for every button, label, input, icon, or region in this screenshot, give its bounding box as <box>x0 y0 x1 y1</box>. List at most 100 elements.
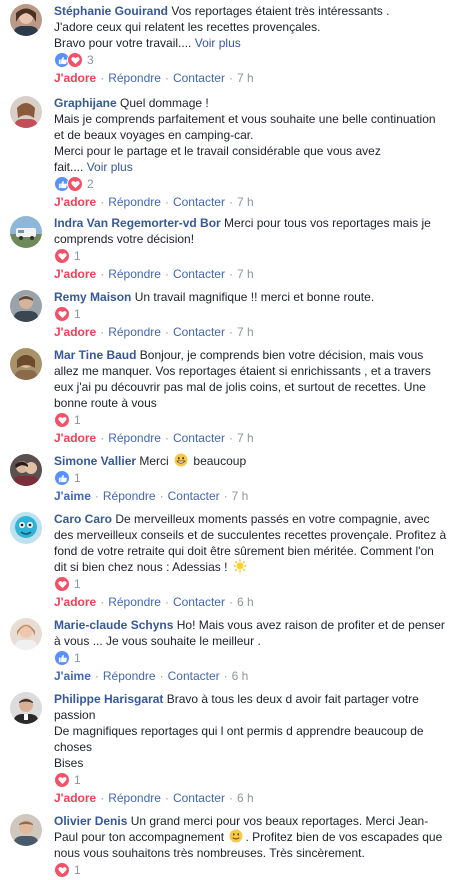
reaction-summary[interactable]: 1 <box>54 576 468 592</box>
comment-actions: J'adore · Répondre · Contacter · 7 h <box>54 431 254 445</box>
reaction-count: 1 <box>74 249 81 263</box>
reply-link[interactable]: Répondre <box>103 669 156 683</box>
contact-link[interactable]: Contacter <box>173 71 225 85</box>
comment-actions: J'adore · Répondre · Contacter · 7 h <box>54 325 254 339</box>
contact-link[interactable]: Contacter <box>173 431 225 445</box>
love-reaction-icon <box>54 862 70 878</box>
reaction-summary[interactable]: 3 <box>54 52 468 68</box>
avatar[interactable] <box>10 96 42 128</box>
see-more-link[interactable]: Voir plus <box>87 160 133 174</box>
avatar[interactable] <box>10 618 42 650</box>
timestamp[interactable]: 6 h <box>232 669 249 683</box>
reply-link[interactable]: Répondre <box>108 325 161 339</box>
timestamp[interactable]: 7 h <box>237 195 254 209</box>
avatar[interactable] <box>10 290 42 322</box>
sun-emoji-icon <box>233 559 247 573</box>
timestamp[interactable]: 6 h <box>237 791 254 805</box>
comment-author[interactable]: Philippe Harisgarat <box>54 692 163 706</box>
comment-actions: J'adore · Répondre · Contacter · 7 h <box>54 71 254 85</box>
reaction-button[interactable]: J'adore <box>54 791 96 805</box>
comment-text: Graphijane Quel dommage ! Mais je compre… <box>54 96 436 174</box>
avatar[interactable] <box>10 454 42 486</box>
reply-link[interactable]: Répondre <box>108 431 161 445</box>
reaction-button[interactable]: J'aime <box>54 669 91 683</box>
comment-author[interactable]: Olivier Denis <box>54 814 127 828</box>
reply-link[interactable]: Répondre <box>108 71 161 85</box>
reaction-summary[interactable]: 1 <box>54 306 468 322</box>
comment-text: Stéphanie Gouirand Vos reportages étaien… <box>54 4 390 50</box>
contact-link[interactable]: Contacter <box>168 669 220 683</box>
reaction-count: 1 <box>74 413 81 427</box>
reaction-summary[interactable]: 2 <box>54 176 468 192</box>
avatar[interactable] <box>10 692 42 724</box>
reaction-count: 1 <box>74 307 81 321</box>
love-reaction-icon <box>67 176 83 192</box>
avatar[interactable] <box>10 512 42 544</box>
reaction-button[interactable]: J'adore <box>54 431 96 445</box>
comment-author[interactable]: Stéphanie Gouirand <box>54 4 168 18</box>
reaction-summary[interactable]: 1 <box>54 772 468 788</box>
avatar[interactable] <box>10 216 42 248</box>
timestamp[interactable]: 6 h <box>237 595 254 609</box>
reaction-button[interactable]: J'aime <box>54 489 91 503</box>
contact-link[interactable]: Contacter <box>173 595 225 609</box>
see-more-link[interactable]: Voir plus <box>195 36 241 50</box>
reaction-summary[interactable]: 1 <box>54 412 468 428</box>
smile-emoji-icon <box>229 829 243 843</box>
avatar[interactable] <box>10 348 42 380</box>
reaction-summary[interactable]: 1 <box>54 862 468 878</box>
comment-author[interactable]: Simone Vallier <box>54 454 136 468</box>
reply-link[interactable]: Répondre <box>108 195 161 209</box>
comment-author[interactable]: Mar Tine Baud <box>54 348 136 362</box>
reaction-button[interactable]: J'adore <box>54 325 96 339</box>
timestamp[interactable]: 7 h <box>237 267 254 281</box>
comment-author[interactable]: Caro Caro <box>54 512 112 526</box>
contact-link[interactable]: Contacter <box>168 489 220 503</box>
avatar[interactable] <box>10 814 42 846</box>
timestamp[interactable]: 7 h <box>237 325 254 339</box>
contact-link[interactable]: Contacter <box>173 195 225 209</box>
comment-actions: J'adore · Répondre · Contacter · 6 h <box>54 595 254 609</box>
reaction-count: 1 <box>74 471 81 485</box>
timestamp[interactable]: 7 h <box>237 431 254 445</box>
contact-link[interactable]: Contacter <box>173 791 225 805</box>
comment-author[interactable]: Indra Van Regemorter-vd Bor <box>54 216 221 230</box>
comments-feed: Stéphanie Gouirand Vos reportages étaien… <box>0 0 476 880</box>
comment-text: Indra Van Regemorter-vd Bor Merci pour t… <box>54 216 431 246</box>
reaction-count: 2 <box>87 177 94 191</box>
reaction-count: 1 <box>74 577 81 591</box>
comment-actions: J'aime · Répondre · Contacter · 6 h <box>54 669 249 683</box>
comment-text: Caro Caro De merveilleux moments passés … <box>54 512 447 574</box>
reply-link[interactable]: Répondre <box>108 791 161 805</box>
like-reaction-icon <box>54 650 70 666</box>
contact-link[interactable]: Contacter <box>173 325 225 339</box>
comment-text: Olivier Denis Un grand merci pour vos be… <box>54 814 443 860</box>
reply-link[interactable]: Répondre <box>108 267 161 281</box>
comment-text: Philippe Harisgarat Bravo à tous les deu… <box>54 692 424 770</box>
reaction-count: 3 <box>87 53 94 67</box>
love-reaction-icon <box>54 576 70 592</box>
reply-link[interactable]: Répondre <box>108 595 161 609</box>
timestamp[interactable]: 7 h <box>232 489 249 503</box>
reply-link[interactable]: Répondre <box>103 489 156 503</box>
comment-author[interactable]: Marie-claude Schyns <box>54 618 173 632</box>
avatar[interactable] <box>10 4 42 36</box>
love-reaction-icon <box>54 412 70 428</box>
comment-author[interactable]: Graphijane <box>54 96 117 110</box>
comment-text: Marie-claude Schyns Ho! Mais vous avez r… <box>54 618 445 648</box>
reaction-button[interactable]: J'adore <box>54 195 96 209</box>
reaction-button[interactable]: J'adore <box>54 267 96 281</box>
comment-text: Mar Tine Baud Bonjour, je comprends bien… <box>54 348 431 410</box>
contact-link[interactable]: Contacter <box>173 267 225 281</box>
comment-text: Remy Maison Un travail magnifique !! mer… <box>54 290 375 304</box>
reaction-button[interactable]: J'adore <box>54 71 96 85</box>
comment-actions: J'adore · Répondre · Contacter · 7 h <box>54 195 254 209</box>
reaction-summary[interactable]: 1 <box>54 650 468 666</box>
reaction-summary[interactable]: 1 <box>54 470 468 486</box>
reaction-summary[interactable]: 1 <box>54 248 468 264</box>
love-reaction-icon <box>54 306 70 322</box>
timestamp[interactable]: 7 h <box>237 71 254 85</box>
reaction-button[interactable]: J'adore <box>54 595 96 609</box>
comment-author[interactable]: Remy Maison <box>54 290 131 304</box>
comment-actions: J'adore · Répondre · Contacter · 6 h <box>54 791 254 805</box>
